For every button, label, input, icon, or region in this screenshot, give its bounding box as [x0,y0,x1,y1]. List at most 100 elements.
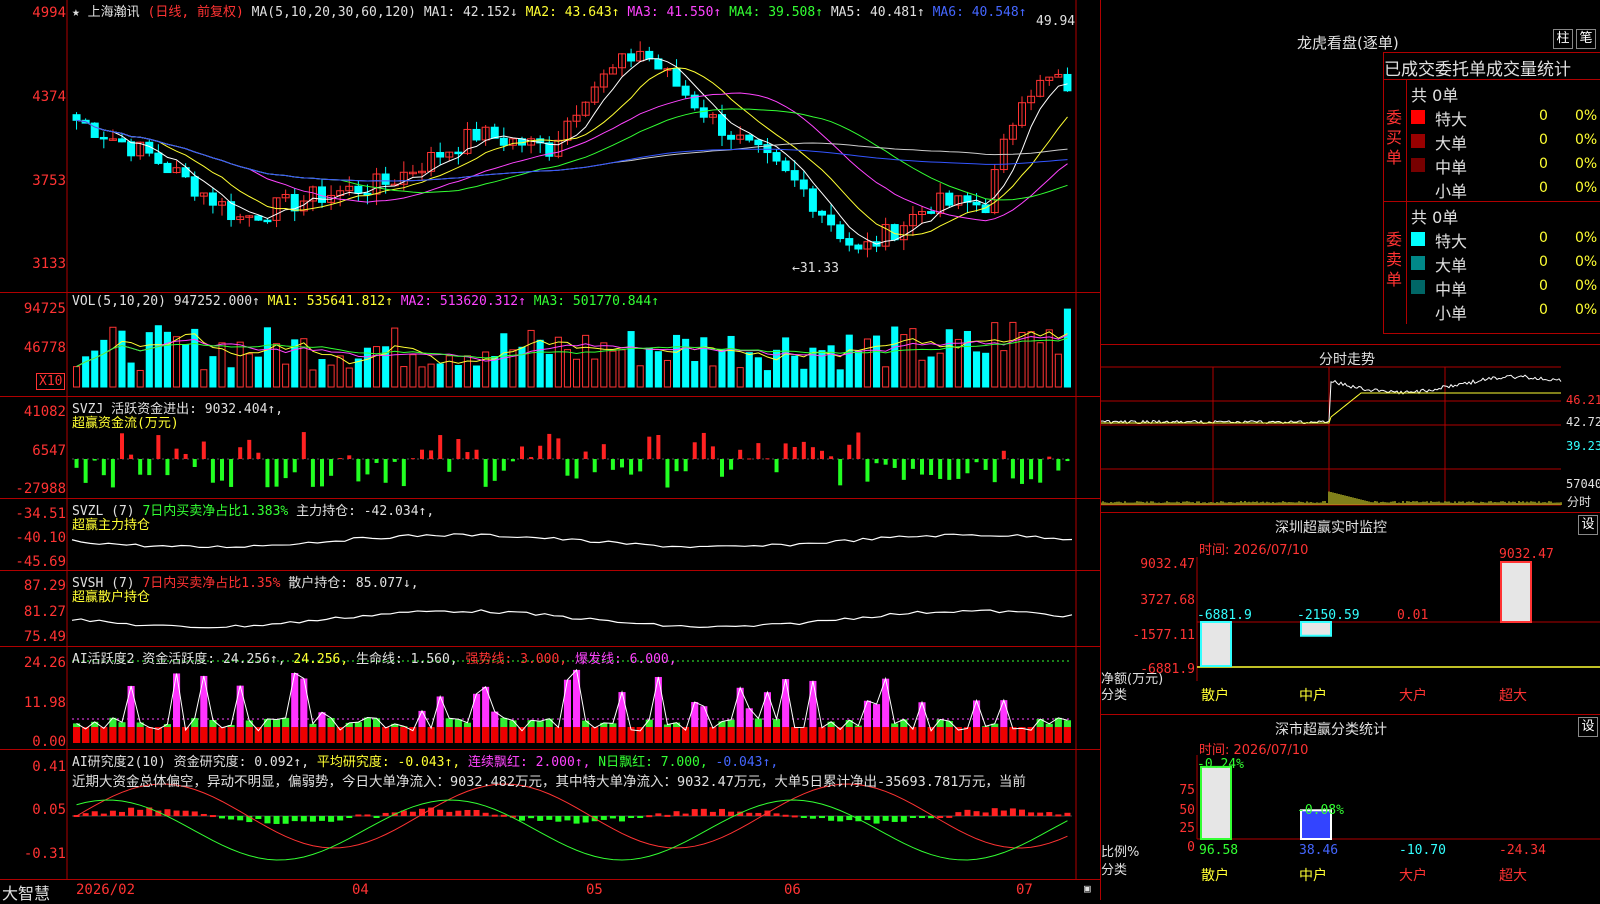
volume-bar [463,355,471,388]
sz-y-label: 3727.68 [1140,593,1195,608]
activity-base [791,727,799,743]
research-bar [291,816,298,822]
flow-bar [829,456,834,459]
research-bar [746,812,753,816]
flow-bar [847,444,852,459]
ma-header: MA(5,10,20,30,60,120) [251,5,417,20]
svzj-pane[interactable]: SVZJ 活跃资金进出: 9032.404↑, 超赢资金流(万元) 41082 … [0,397,1100,499]
research-bar [373,816,380,818]
activity-base [854,727,862,743]
research-bar [700,808,707,816]
activity-base [727,727,735,743]
flow-bar [429,450,434,459]
vol-unit-button[interactable]: X10 [36,373,66,390]
research-bar [255,816,262,820]
y-label: 87.29 [23,578,66,594]
flow-bar [265,459,270,488]
activity-base [773,727,781,743]
candle-body [454,151,463,155]
flow-bar [856,432,861,459]
candle-body [190,176,199,197]
activity-base [218,727,226,743]
brand-logo[interactable]: 大智慧 [2,880,50,904]
flow-bar [356,459,361,482]
ma3-value: MA3: 41.550↑ [627,5,722,20]
research-bar [209,815,216,818]
activity-base [363,727,371,743]
activity-base [236,727,244,743]
research-bar [173,810,180,816]
volume-bar [518,346,526,388]
activity-base [473,727,481,743]
period-label[interactable]: (日线, 前复权) [148,5,244,20]
activity-base [882,727,890,743]
order-stats-header: 已成交委托单成交量统计 [1384,60,1571,80]
candle-body [354,185,363,194]
volume-pane[interactable]: VOL(5,10,20) 947252.000↑ MA1: 535641.812… [0,293,1100,397]
activity-base [845,727,853,743]
activity-base [700,727,708,743]
activity-base [863,727,871,743]
sz-category: 超大 [1499,688,1527,704]
volume-bar [1036,342,1044,388]
volume-bar [118,330,126,388]
research-bar [219,816,225,819]
buy-swatch-l [1411,134,1425,148]
star-icon[interactable]: ★ [72,5,80,20]
research-bar [546,816,553,820]
kline-pane[interactable]: ★ 上海瀚讯 (日线, 前复权) MA(5,10,20,30,60,120) M… [0,0,1100,293]
research-bar [1028,812,1035,816]
bar-mode-button[interactable]: 柱 [1553,29,1573,49]
volume-bar [945,329,953,388]
y-label: 6547 [32,443,66,459]
activity-base [591,727,599,743]
research-bar [537,816,544,821]
flow-bar [901,459,906,480]
candle-body [945,192,954,206]
ss-bottom-value: -10.70 [1399,843,1446,858]
volume-bar [454,365,462,388]
volume-bar [927,356,935,388]
flow-bar [556,438,561,459]
activity-base [173,727,181,743]
buy-swatch-xl [1411,110,1425,124]
lock-icon[interactable]: ▣ [1084,882,1091,895]
activity-base [873,727,881,743]
intraday-panel[interactable]: 分时走势 46.21 42.72 39.23 57040 分时 [1101,344,1600,511]
ai-activity-pane[interactable]: AI活跃度2 资金活跃度: 24.256↑, 24.256, 生命线: 1.56… [0,647,1100,750]
volume-bar [727,335,735,388]
volume-bar [391,327,399,388]
fs-unit-label: 分时 [1567,495,1592,509]
buy-total: 共 0单 [1411,86,1459,105]
candle-body [727,134,736,140]
sell-row-pct: 0% [1575,278,1598,294]
tick-mode-button[interactable]: 笔 [1576,29,1596,49]
research-bar [800,816,807,818]
activity-base [345,727,353,743]
flow-bar [801,441,806,459]
activity-base [254,727,262,743]
flow-bar [647,436,652,459]
flow-bar [774,459,779,473]
volume-bar [800,368,808,388]
svzl-pane[interactable]: SVZL (7) 7日内买卖净占比1.383% 主力持仓: -42.034↑, … [0,499,1100,571]
svzl-value: 主力持仓: -42.034↑, [288,504,435,519]
buy-row-count: 0 [1539,156,1548,172]
research-bar [128,807,135,816]
ai2-v4: N日飘红: 7.000, [598,755,716,770]
activity-base [1036,727,1044,743]
ai-research-pane[interactable]: AI研究度2(10) 资金研究度: 0.092↑, 平均研究度: -0.043↑… [0,750,1100,880]
volume-bar [963,330,972,388]
flow-bar [165,459,170,476]
volume-bar [745,352,753,388]
sz-monitor-panel[interactable]: 深圳超赢实时监控 设 时间: 2026/07/10 9032.47 3727.6… [1101,512,1600,711]
y-label: 0.41 [32,759,66,775]
svzl-sub: 超赢主力持仓 [72,518,151,533]
research-bar [491,814,498,817]
activity-base [918,727,926,743]
research-bar [1019,809,1025,816]
x-tick: 06 [784,882,801,898]
research-bar [1064,812,1071,816]
svsh-pane[interactable]: SVSH (7) 7日内买卖净占比1.35% 散户持仓: 85.077↓, 超赢… [0,571,1100,647]
ss-stats-panel[interactable]: 深市超赢分类统计 设 时间: 2026/07/10 -0.24% -0.08% … [1101,714,1600,901]
